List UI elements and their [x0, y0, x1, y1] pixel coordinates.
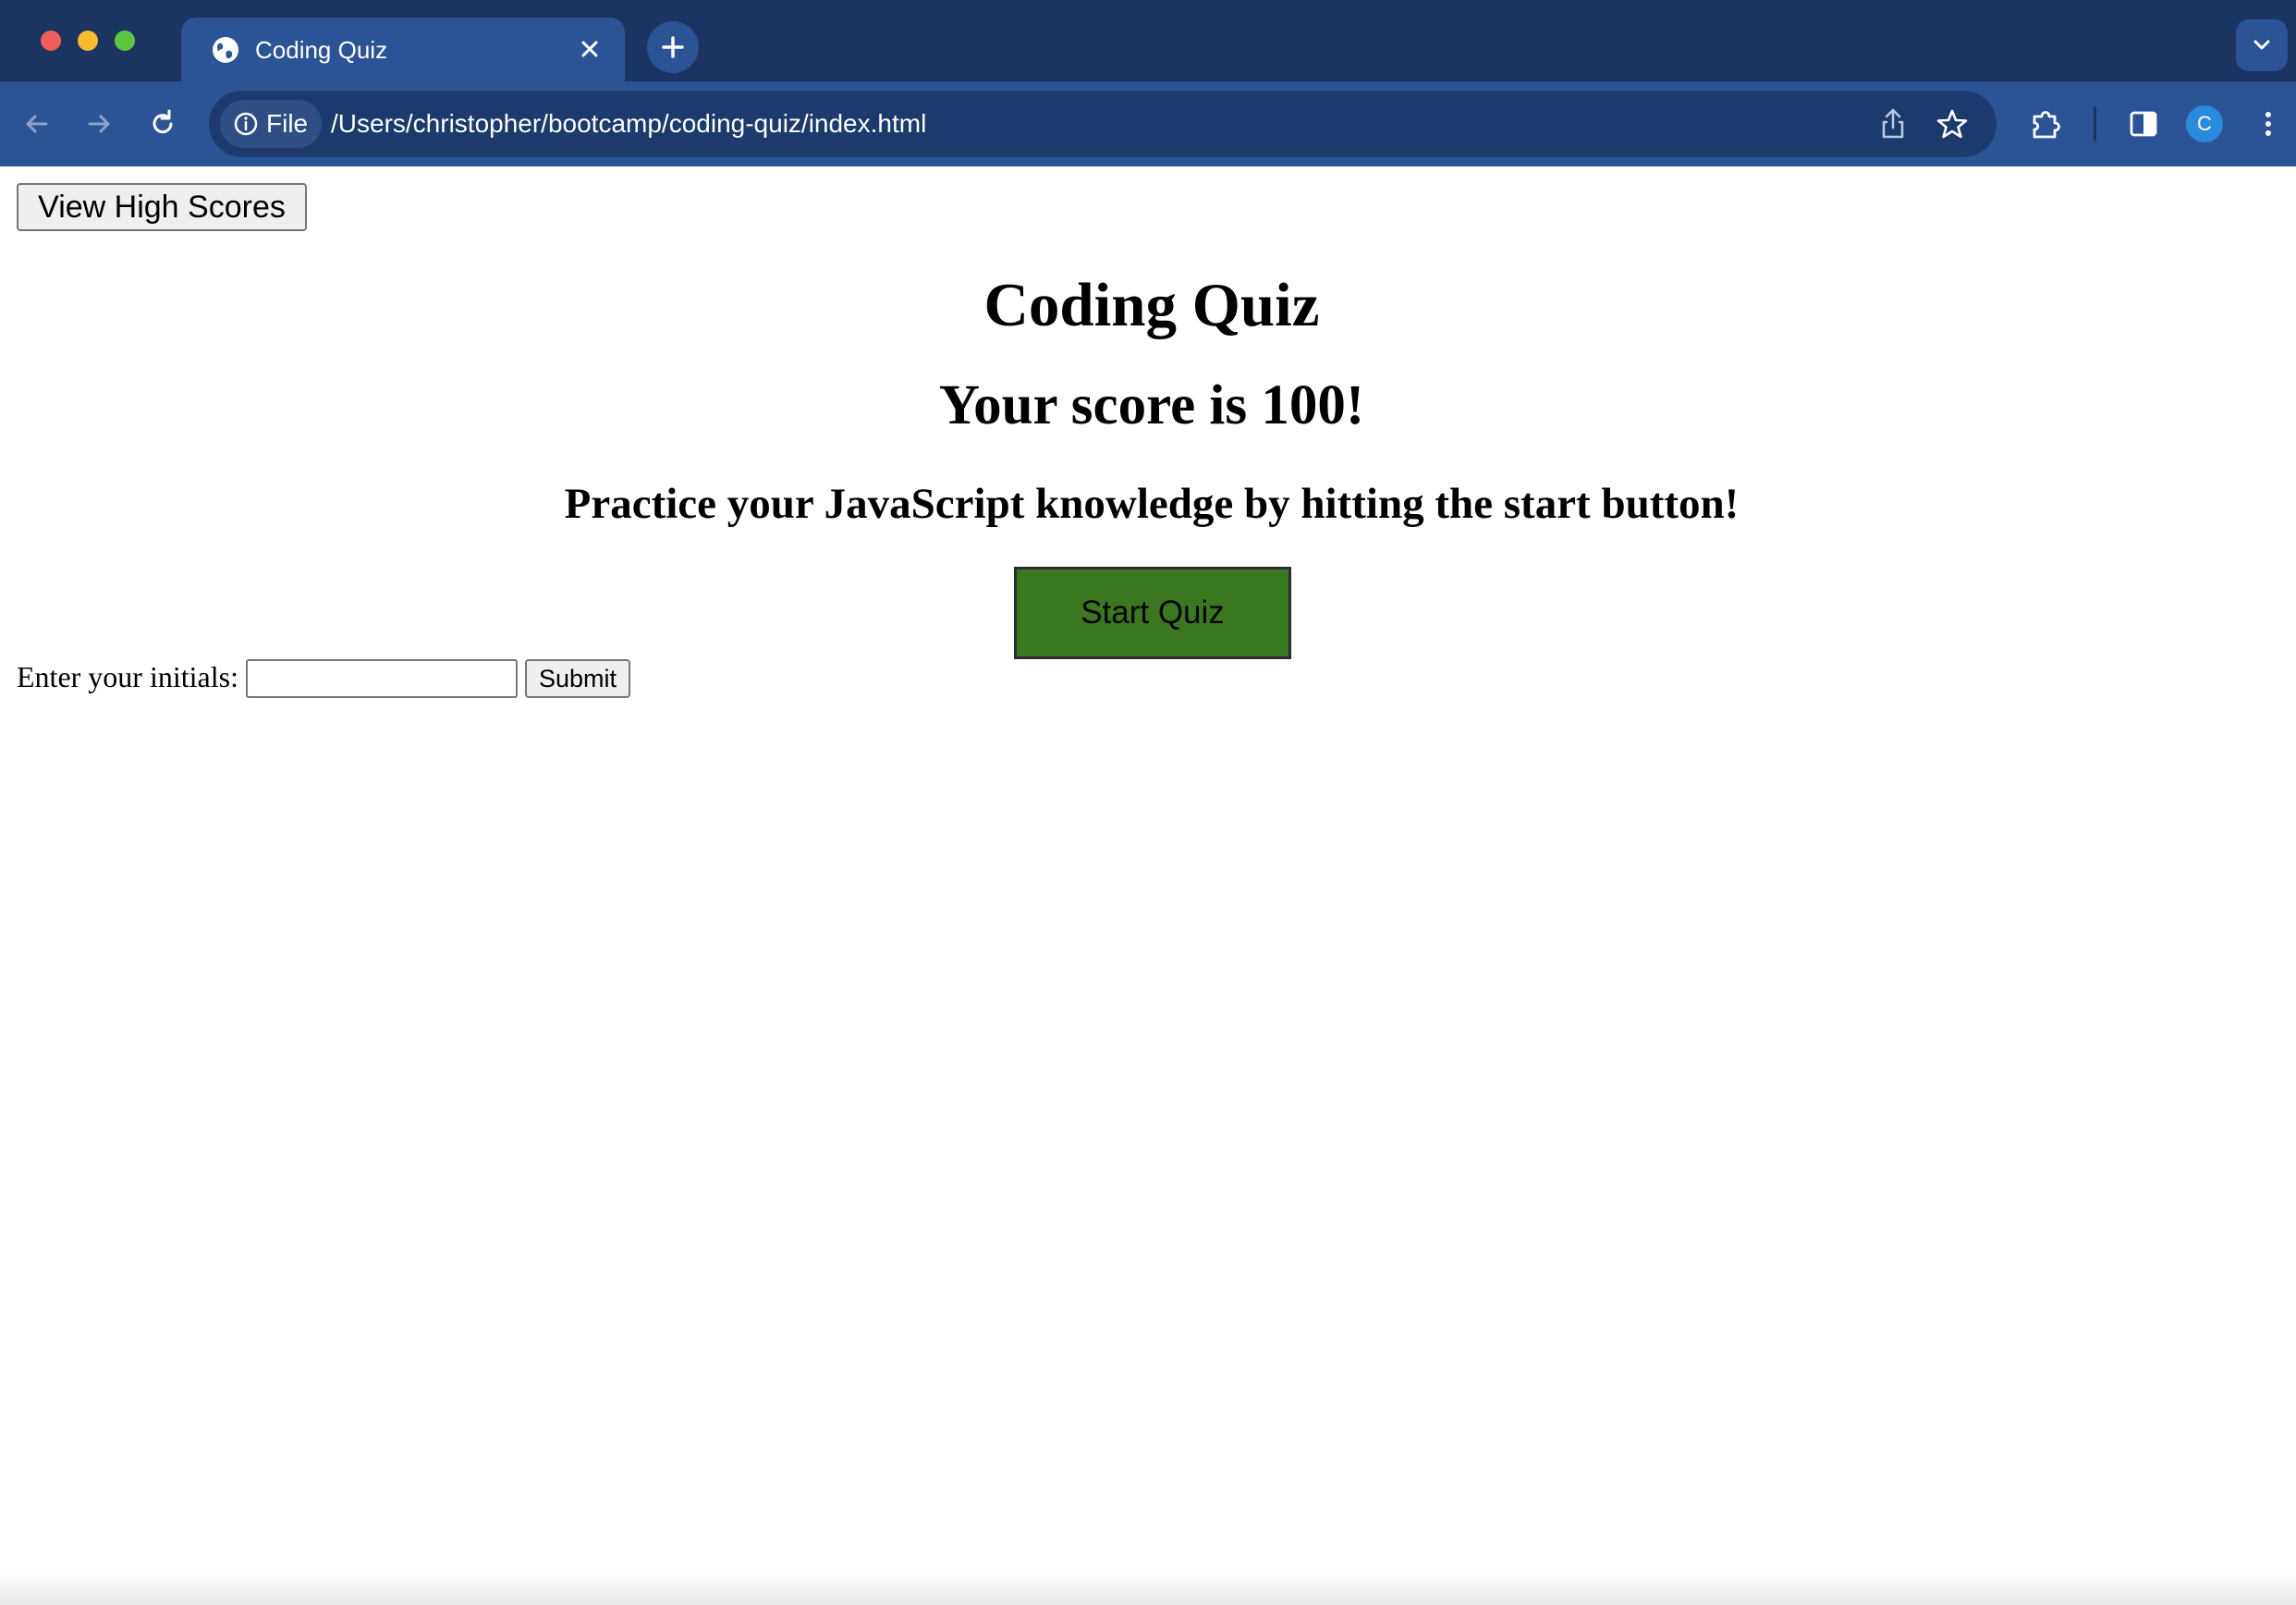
browser-toolbar: File /Users/christopher/bootcamp/coding-…	[0, 81, 2296, 166]
zoom-window-button[interactable]	[115, 31, 135, 51]
forward-arrow-icon[interactable]	[80, 105, 117, 142]
plus-icon	[662, 36, 684, 58]
site-info-label: File	[266, 109, 309, 138]
more-icon[interactable]	[2250, 105, 2287, 142]
extensions-icon[interactable]	[2027, 105, 2064, 142]
start-quiz-button[interactable]: Start Quiz	[1014, 567, 1291, 659]
star-icon[interactable]	[1934, 105, 1971, 142]
new-tab-button[interactable]	[647, 21, 699, 73]
window-bottom-edge	[0, 1572, 2296, 1605]
globe-icon	[213, 37, 238, 63]
side-panel-icon[interactable]	[2125, 105, 2162, 142]
close-icon[interactable]	[577, 36, 603, 62]
minimize-window-button[interactable]	[78, 31, 98, 51]
tab-search-button[interactable]	[2236, 19, 2288, 71]
chevron-down-icon	[2253, 40, 2270, 50]
initials-input[interactable]	[246, 659, 518, 698]
score-text: Your score is 100!	[938, 374, 1365, 436]
profile-avatar[interactable]: C	[2186, 105, 2223, 142]
address-bar[interactable]: File /Users/christopher/bootcamp/coding-…	[209, 91, 1997, 157]
back-arrow-icon[interactable]	[18, 105, 55, 142]
initials-label: Enter your initials:	[17, 660, 238, 693]
share-icon[interactable]	[1875, 105, 1911, 142]
tab-title: Coding Quiz	[255, 36, 388, 64]
subtitle: Practice your JavaScript knowledge by hi…	[564, 480, 1740, 528]
page-title: Coding Quiz	[983, 271, 1320, 339]
close-window-button[interactable]	[41, 31, 61, 51]
tab-coding-quiz[interactable]: Coding Quiz	[181, 18, 625, 81]
page-content: View High Scores Coding Quiz Your score …	[0, 166, 2296, 1605]
info-icon	[234, 112, 258, 136]
reload-icon[interactable]	[144, 105, 181, 142]
browser-titlebar: Coding Quiz	[0, 0, 2296, 81]
toolbar-divider	[2094, 107, 2096, 141]
url-text[interactable]: /Users/christopher/bootcamp/coding-quiz/…	[331, 108, 926, 140]
site-info-chip[interactable]: File	[220, 100, 322, 148]
view-high-scores-button[interactable]: View High Scores	[17, 183, 307, 231]
submit-button[interactable]: Submit	[525, 659, 630, 698]
